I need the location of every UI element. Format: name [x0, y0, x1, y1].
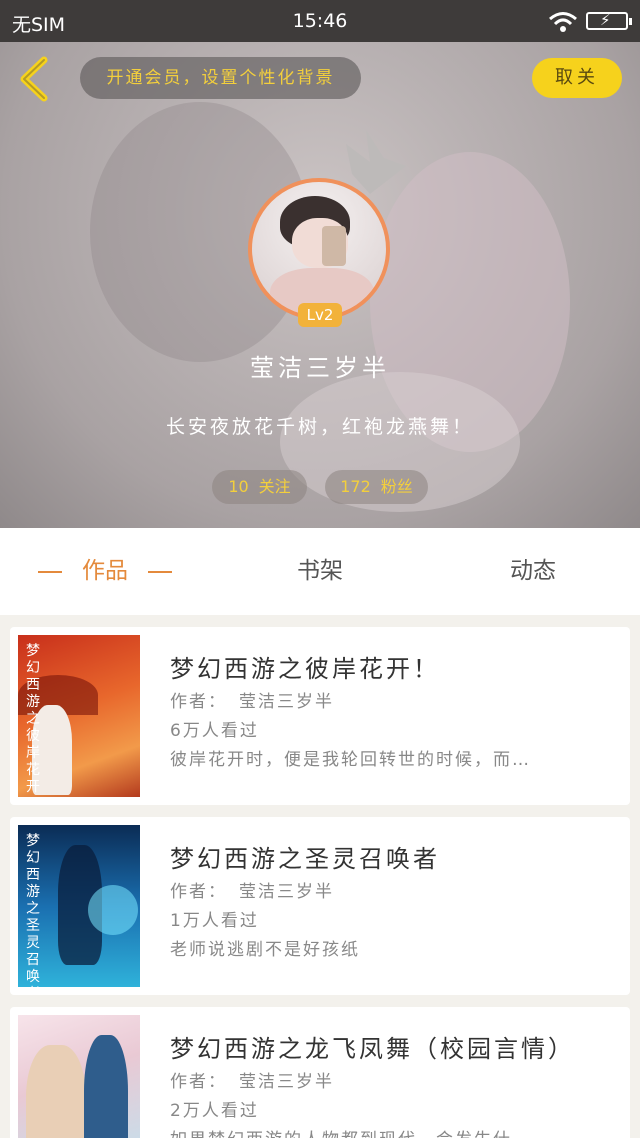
book-title: 梦幻西游之圣灵召唤者	[170, 845, 440, 873]
tab-works-label: 作品	[82, 558, 128, 584]
level-badge: Lv2	[298, 303, 342, 327]
author-label: 作者：	[170, 692, 227, 712]
book-author: 莹洁三岁半	[239, 692, 334, 712]
back-arrow-icon[interactable]	[16, 56, 52, 102]
user-motto: 长安夜放花千树，红袍龙燕舞！	[165, 416, 474, 438]
clock: 15:46	[292, 10, 348, 32]
wifi-icon	[549, 12, 577, 32]
cover-title: 梦幻西游之彼岸花开	[26, 643, 40, 795]
tab-works[interactable]: 作品	[0, 528, 210, 615]
book-cover: 梦幻西游之圣灵召唤者	[18, 825, 140, 987]
book-description: 如果梦幻西游的人物都到现代，会发生什…	[170, 1125, 600, 1138]
book-title: 梦幻西游之彼岸花开！	[170, 655, 440, 683]
fans-count: 172	[340, 477, 371, 496]
author-label: 作者：	[170, 882, 227, 902]
book-author-line: 作者： 莹洁三岁半	[170, 687, 346, 712]
fans-label: 粉丝	[380, 477, 413, 496]
book-description: 彼岸花开时，便是我轮回转世的时候，而…	[170, 750, 531, 770]
book-description: 老师说逃剧不是好孩纸	[170, 940, 360, 960]
cover-title: 梦幻西游之圣灵召唤者	[26, 833, 40, 987]
book-card[interactable]: 梦幻西游之彼岸花开 梦幻西游之彼岸花开！ 作者： 莹洁三岁半 6万人看过 彼岸花开…	[10, 627, 630, 805]
username: 莹洁三岁半	[250, 354, 390, 382]
book-views: 1万人看过	[170, 911, 259, 931]
book-author: 莹洁三岁半	[239, 1072, 334, 1092]
tab-activity[interactable]: 动态	[473, 528, 593, 615]
book-author-line: 作者： 莹洁三岁半	[170, 877, 346, 902]
book-author: 莹洁三岁半	[239, 882, 334, 902]
book-views: 6万人看过	[170, 721, 259, 741]
unfollow-button[interactable]: 取关	[532, 58, 622, 98]
following-count: 10	[228, 477, 249, 496]
battery-icon: ⚡	[586, 11, 632, 30]
profile-tabs: 作品 书架 动态	[0, 528, 640, 615]
book-cover: 梦幻西游之彼岸花开	[18, 635, 140, 797]
following-count-button[interactable]: 10 关注	[212, 470, 307, 504]
avatar[interactable]	[248, 178, 390, 320]
book-views: 2万人看过	[170, 1101, 259, 1121]
book-cover	[18, 1015, 140, 1138]
following-label: 关注	[258, 477, 291, 496]
book-card[interactable]: 梦幻西游之圣灵召唤者 梦幻西游之圣灵召唤者 作者： 莹洁三岁半 1万人看过 老师说…	[10, 817, 630, 995]
fans-count-button[interactable]: 172 粉丝	[325, 470, 428, 504]
vip-background-promo-button[interactable]: 开通会员，设置个性化背景	[80, 57, 361, 99]
status-bar: 无SIM 15:46 ⚡	[0, 0, 640, 42]
book-card[interactable]: 梦幻西游之龙飞凤舞（校园言情） 作者： 莹洁三岁半 2万人看过 如果梦幻西游的人物…	[10, 1007, 630, 1138]
book-author-line: 作者： 莹洁三岁半	[170, 1067, 346, 1092]
tab-bookshelf[interactable]: 书架	[260, 528, 380, 615]
book-title: 梦幻西游之龙飞凤舞（校园言情）	[170, 1035, 575, 1063]
author-label: 作者：	[170, 1072, 227, 1092]
